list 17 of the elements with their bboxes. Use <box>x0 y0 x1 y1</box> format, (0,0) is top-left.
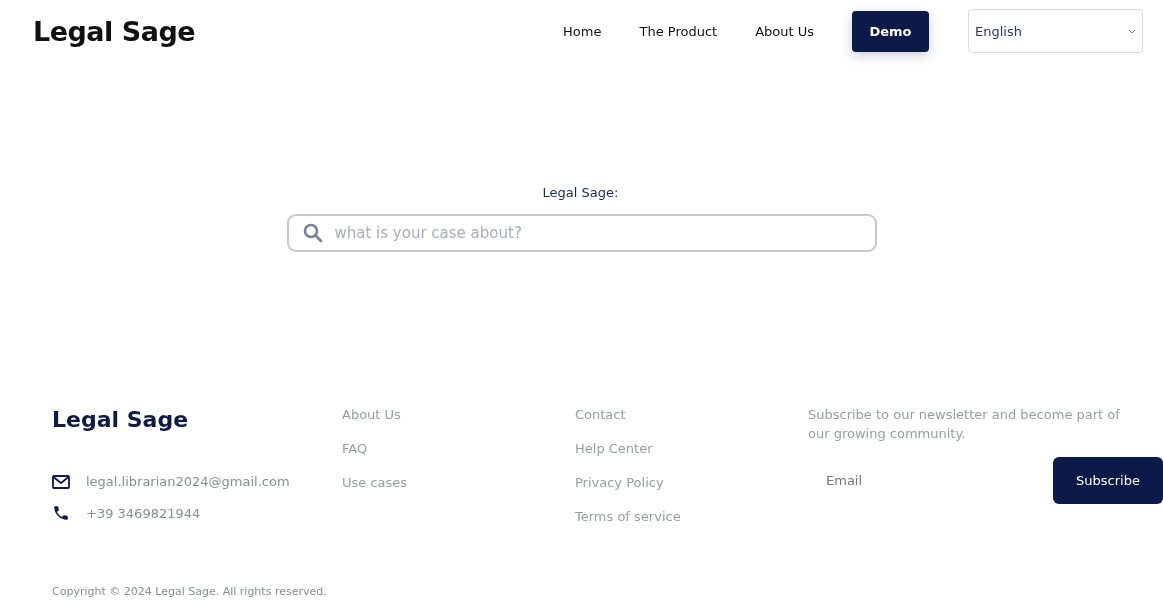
nav-link[interactable]: The Product <box>639 23 718 39</box>
phone-number: +39 3469821944 <box>86 505 201 521</box>
language-select[interactable]: English <box>968 9 1143 53</box>
nav-link[interactable]: About Us <box>755 23 814 39</box>
copyright-text: Copyright © 2024 Legal Sage. All rights reserved. <box>52 585 328 598</box>
search-label: Legal Sage: <box>542 185 619 200</box>
search-field[interactable]: what is your case about? <box>286 214 877 252</box>
demo-button[interactable]: Demo <box>852 10 929 52</box>
newsletter-text: Subscribe to our newsletter and become part of our growing community. <box>808 406 1121 443</box>
email-address: legal.librarian2024@gmail.com <box>86 474 290 489</box>
mail-icon <box>52 474 70 489</box>
caret-icon <box>1128 28 1136 34</box>
nav-link[interactable]: Home <box>563 23 602 39</box>
logo[interactable]: Legal Sage <box>33 15 564 47</box>
phone-icon <box>52 504 70 522</box>
footer-logo[interactable]: Legal Sage <box>52 407 342 432</box>
subscribe-button[interactable]: Subscribe <box>1053 457 1163 504</box>
